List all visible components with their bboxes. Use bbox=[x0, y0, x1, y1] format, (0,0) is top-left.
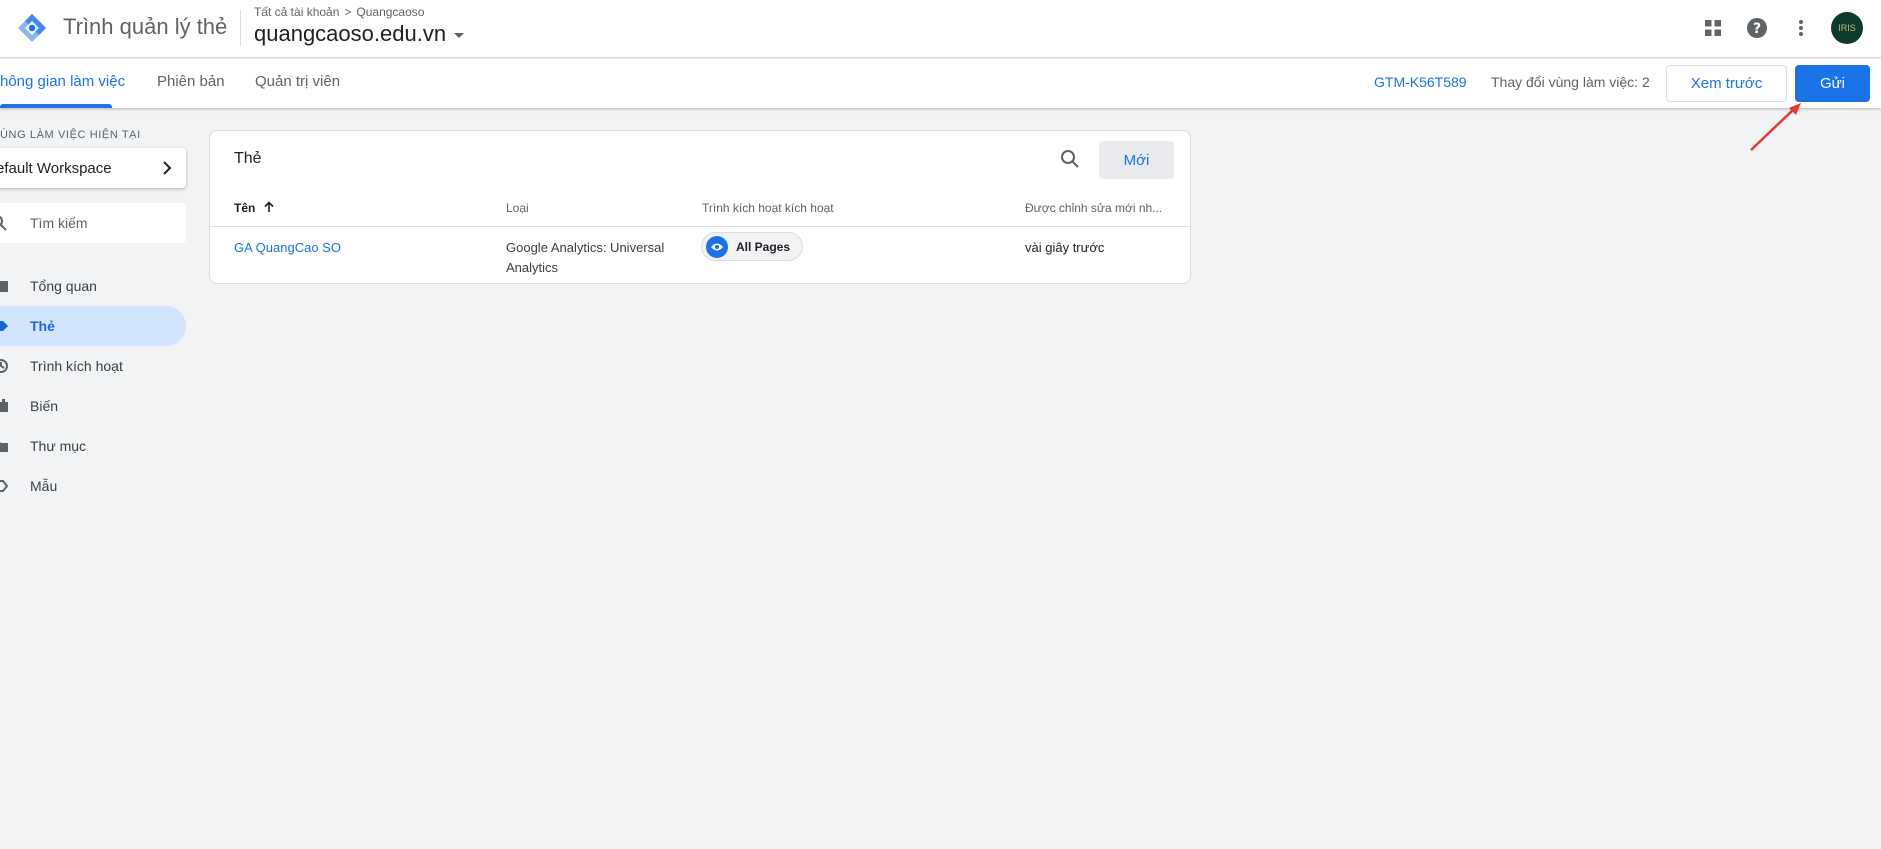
tag-last-edited: vài giây trước bbox=[1025, 240, 1105, 255]
container-switcher[interactable]: quangcaoso.edu.vn bbox=[254, 21, 465, 47]
workspace-name: efault Workspace bbox=[0, 159, 112, 177]
overview-icon bbox=[0, 281, 8, 292]
sidebar-item-label: Thẻ bbox=[30, 318, 55, 334]
breadcrumb-separator: > bbox=[344, 5, 352, 19]
folder-icon bbox=[0, 442, 8, 452]
sidebar-item-label: Mẫu bbox=[30, 478, 58, 494]
submit-button[interactable]: Gửi bbox=[1795, 65, 1870, 102]
breadcrumb-all-accounts[interactable]: Tất cả tài khoản bbox=[254, 5, 339, 19]
header-divider bbox=[240, 10, 241, 46]
chevron-right-icon bbox=[163, 161, 172, 175]
sidebar-item-tags[interactable]: Thẻ bbox=[0, 306, 186, 346]
sidebar-item-label: Biến bbox=[30, 398, 59, 414]
tab-admin-label: Quản trị viên bbox=[255, 73, 341, 90]
top-actions: ? IRIS bbox=[1685, 12, 1863, 44]
search-icon[interactable] bbox=[1060, 149, 1080, 169]
workspace-selector[interactable]: efault Workspace bbox=[0, 148, 186, 188]
tag-icon bbox=[0, 321, 8, 331]
column-header-triggers[interactable]: Trình kích hoạt kích hoạt bbox=[702, 201, 834, 215]
tab-versions[interactable]: Phiên bản bbox=[157, 59, 225, 108]
tab-admin[interactable]: Quản trị viên bbox=[255, 59, 340, 108]
tag-type: Google Analytics: Universal Analytics bbox=[506, 238, 664, 278]
avatar[interactable]: IRIS bbox=[1831, 12, 1863, 44]
header-divider bbox=[210, 226, 1190, 227]
tag-type-line: Analytics bbox=[506, 260, 559, 275]
search-icon bbox=[0, 215, 7, 231]
sidebar-item-triggers[interactable]: Trình kích hoạt bbox=[0, 346, 186, 386]
tab-workspace-label: hông gian làm việc bbox=[0, 73, 126, 90]
current-workspace-label: ÙNG LÀM VIỆC HIỆN TẠI bbox=[0, 129, 141, 141]
search-placeholder: Tìm kiếm bbox=[30, 215, 88, 231]
trigger-chip[interactable]: All Pages bbox=[701, 232, 804, 261]
variable-icon bbox=[0, 399, 8, 412]
sidebar-item-label: Thư mục bbox=[30, 438, 87, 454]
chevron-down-icon bbox=[454, 32, 465, 38]
tags-card-title: Thẻ bbox=[234, 150, 262, 167]
gtm-logo-icon[interactable] bbox=[16, 12, 48, 44]
new-tag-button[interactable]: Mới bbox=[1099, 141, 1174, 179]
help-icon[interactable]: ? bbox=[1741, 12, 1773, 44]
column-header-name-label: Tên bbox=[234, 201, 256, 215]
sidebar-search[interactable]: Tìm kiếm bbox=[0, 203, 186, 243]
tag-type-line: Google Analytics: Universal bbox=[506, 240, 665, 255]
tab-versions-label: Phiên bản bbox=[157, 73, 225, 90]
svg-text:?: ? bbox=[1753, 21, 1761, 37]
column-header-type[interactable]: Loại bbox=[506, 201, 529, 215]
annotation-arrow-icon bbox=[1750, 103, 1801, 151]
preview-button[interactable]: Xem trước bbox=[1666, 65, 1787, 102]
sidebar-item-overview[interactable]: Tổng quan bbox=[0, 266, 186, 306]
trigger-icon bbox=[0, 359, 8, 373]
workspace-navbar: hông gian làm việc Phiên bản Quản trị vi… bbox=[0, 59, 1881, 108]
workspace-changes-count: Thay đổi vùng làm việc: 2 bbox=[1491, 74, 1650, 90]
template-icon bbox=[0, 480, 8, 492]
column-header-last-edited[interactable]: Được chỉnh sửa mới nh... bbox=[1025, 201, 1162, 215]
sidebar-item-folders[interactable]: Thư mục bbox=[0, 426, 186, 466]
active-tab-indicator bbox=[0, 104, 112, 108]
avatar-logo-text: IRIS bbox=[1838, 23, 1856, 33]
eye-icon bbox=[706, 235, 728, 258]
sidebar-item-label: Tổng quan bbox=[30, 278, 97, 294]
more-vert-icon[interactable] bbox=[1785, 12, 1817, 44]
trigger-chip-label: All Pages bbox=[736, 239, 791, 254]
arrow-up-icon bbox=[264, 201, 274, 212]
sidebar-item-templates[interactable]: Mẫu bbox=[0, 466, 186, 506]
breadcrumb-account[interactable]: Quangcaoso bbox=[356, 5, 424, 19]
app-title: Trình quản lý thẻ bbox=[63, 14, 228, 39]
breadcrumb: Tất cả tài khoản > Quangcaoso bbox=[254, 5, 424, 19]
container-name: quangcaoso.edu.vn bbox=[254, 21, 447, 46]
tag-name-link[interactable]: GA QuangCao SO bbox=[234, 238, 341, 258]
sidebar-item-label: Trình kích hoạt bbox=[30, 358, 123, 374]
top-app-bar: Trình quản lý thẻ Tất cả tài khoản > Quang… bbox=[0, 0, 1881, 58]
tab-workspace[interactable]: hông gian làm việc bbox=[0, 59, 125, 108]
tags-card: Thẻ Mới Tên Loại Trình kích hoạt kích ho… bbox=[209, 130, 1191, 284]
container-id-link[interactable]: GTM-K56T589 bbox=[1374, 74, 1467, 90]
sidebar-item-variables[interactable]: Biến bbox=[0, 386, 186, 426]
apps-grid-icon[interactable] bbox=[1697, 12, 1729, 44]
column-header-name[interactable]: Tên bbox=[234, 201, 275, 215]
